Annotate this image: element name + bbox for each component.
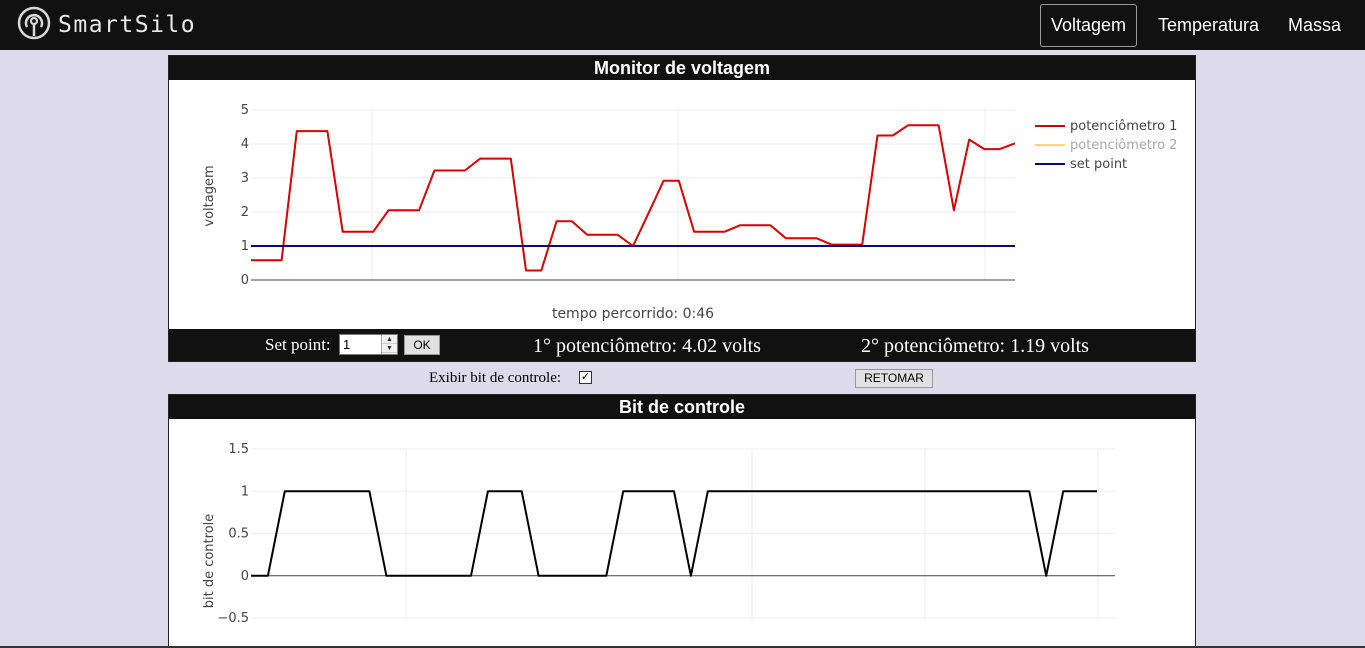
- elapsed-time-label: tempo percorrido: 0:46: [552, 306, 714, 322]
- navbar: SmartSilo Voltagem Temperatura Massa: [0, 0, 1365, 50]
- y-tick-label: 0: [241, 569, 249, 584]
- y-tick-label: 1.5: [228, 442, 249, 457]
- control-bit-panel-title: Bit de controle: [169, 395, 1195, 419]
- y-tick-label: 2: [241, 205, 249, 220]
- y-tick-label: 1: [241, 239, 249, 254]
- y-tick-label: −0.5: [217, 611, 249, 626]
- brand-name: SmartSilo: [58, 12, 197, 38]
- nav-temperatura[interactable]: Temperatura: [1147, 4, 1270, 47]
- nav-voltagem[interactable]: Voltagem: [1040, 4, 1138, 47]
- control-bit-panel: Bit de controle −0.5 0 0.5 1 1.5 bit de cont…: [168, 394, 1196, 648]
- voltage-control-bar: Set point: 1 ▲ ▼ OK 1° potenciômetro: 4.…: [169, 329, 1195, 361]
- stepper-down-icon[interactable]: ▼: [382, 344, 397, 353]
- show-control-bit-label: Exibir bit de controle:: [429, 370, 562, 386]
- pot2-reading: 2° potenciômetro: 1.19 volts: [861, 335, 1089, 357]
- brand[interactable]: SmartSilo: [16, 6, 197, 42]
- broadcast-icon: [16, 5, 52, 46]
- pot1-reading: 1° potenciômetro: 4.02 volts: [533, 335, 761, 357]
- stepper-up-icon[interactable]: ▲: [382, 335, 397, 344]
- y-tick-label: 5: [241, 103, 249, 118]
- y-tick-label: 3: [241, 171, 249, 186]
- legend-item[interactable]: potenciômetro 2: [1070, 138, 1177, 153]
- y-tick-label: 0: [241, 273, 249, 288]
- control-bit-y-axis-label: bit de controle: [202, 514, 217, 609]
- control-bit-chart[interactable]: −0.5 0 0.5 1 1.5 bit de controle: [169, 419, 1195, 648]
- y-tick-label: 1: [241, 484, 249, 499]
- voltage-chart[interactable]: 0 1 2 3 4 5 voltagem potenciômetro 1 potenciôm…: [169, 80, 1195, 330]
- setpoint-stepper[interactable]: ▲ ▼: [381, 335, 397, 354]
- voltage-panel-title: Monitor de voltagem: [169, 56, 1195, 80]
- series-line: [251, 124, 1016, 272]
- show-control-bit-checkbox[interactable]: ✓: [579, 371, 592, 384]
- legend-item[interactable]: potenciômetro 1: [1070, 119, 1177, 134]
- setpoint-input[interactable]: 1 ▲ ▼: [339, 334, 398, 355]
- setpoint-value: 1: [343, 337, 351, 352]
- voltage-panel: Monitor de voltagem 0 1 2 3 4 5 voltagem pote…: [168, 55, 1196, 362]
- voltage-y-axis-label: voltagem: [202, 165, 217, 226]
- setpoint-ok-button[interactable]: OK: [404, 335, 440, 355]
- control-options-row: Exibir bit de controle: ✓ RETOMAR: [0, 367, 1365, 389]
- legend-item[interactable]: set point: [1070, 157, 1127, 172]
- y-tick-label: 4: [241, 137, 249, 152]
- y-tick-label: 0.5: [228, 527, 249, 542]
- setpoint-label: Set point:: [265, 335, 331, 354]
- nav-massa[interactable]: Massa: [1277, 4, 1352, 47]
- resume-button[interactable]: RETOMAR: [855, 369, 933, 388]
